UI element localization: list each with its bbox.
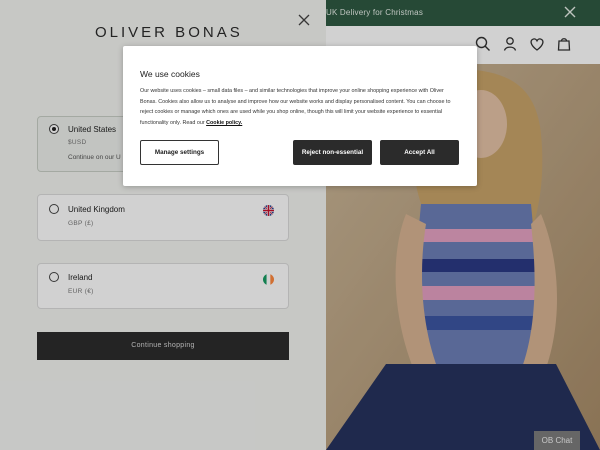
cookie-title: We use cookies <box>140 69 200 79</box>
cookie-body-text: Our website uses cookies – small data fi… <box>140 88 451 126</box>
cookie-description: Our website uses cookies – small data fi… <box>140 86 458 128</box>
manage-settings-button[interactable]: Manage settings <box>140 140 219 165</box>
reject-non-essential-button[interactable]: Reject non-essential <box>293 140 372 165</box>
accept-all-button[interactable]: Accept All <box>380 140 459 165</box>
cookie-consent-dialog: We use cookies Our website uses cookies … <box>123 46 477 186</box>
cookie-policy-link[interactable]: Cookie policy. <box>206 120 242 126</box>
